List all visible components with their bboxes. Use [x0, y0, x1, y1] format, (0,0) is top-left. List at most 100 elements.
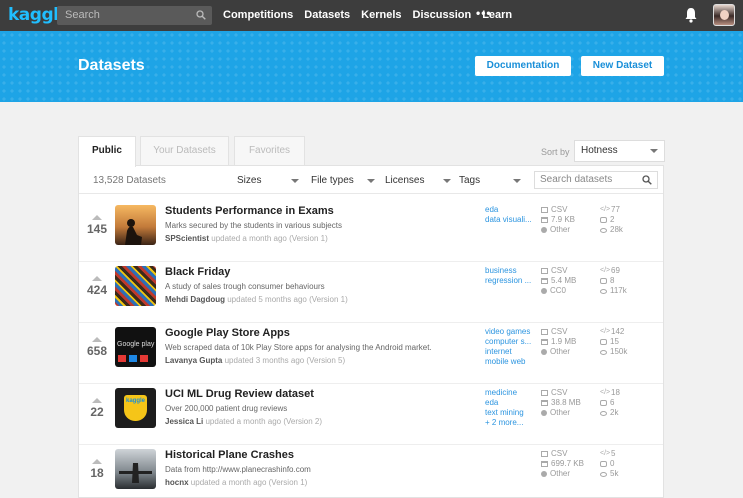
upvote[interactable]: 18	[83, 459, 111, 480]
dataset-file-info: CSV 699.7 KB Other	[541, 449, 584, 479]
datasets-banner: Datasets Documentation New Dataset	[0, 31, 743, 102]
comment-icon	[600, 278, 607, 284]
comment-icon	[600, 461, 607, 467]
dataset-stats: </> 77 2 28k	[600, 205, 623, 235]
tab-your-datasets[interactable]: Your Datasets	[140, 136, 229, 166]
dataset-author[interactable]: Jessica Li	[165, 417, 203, 426]
file-format-icon	[541, 268, 548, 274]
views-eye-icon	[600, 349, 607, 355]
user-avatar[interactable]	[713, 4, 735, 26]
upvote[interactable]: 22	[83, 398, 111, 419]
filter-file-types[interactable]: File types	[311, 175, 375, 186]
dataset-meta: Mehdi Dagdoug updated 5 months ago (Vers…	[165, 295, 348, 304]
file-format: CSV	[551, 388, 568, 397]
file-format: CSV	[551, 266, 568, 275]
upvote-arrow-icon	[92, 398, 102, 403]
dataset-author[interactable]: Mehdi Dagdoug	[165, 295, 225, 304]
nav-competitions[interactable]: Competitions	[223, 9, 293, 21]
dataset-author[interactable]: hocnx	[165, 478, 189, 487]
dataset-title[interactable]: Black Friday	[165, 266, 230, 278]
dataset-row[interactable]: 145 Students Performance in Exams Marks …	[79, 201, 663, 262]
dataset-thumbnail[interactable]	[115, 266, 156, 306]
dataset-title[interactable]: Historical Plane Crashes	[165, 449, 294, 461]
dataset-search-input[interactable]: Search datasets	[534, 171, 658, 189]
dataset-thumbnail[interactable]: Google play	[115, 327, 156, 367]
license: Other	[550, 408, 571, 417]
upvote[interactable]: 658	[83, 337, 111, 358]
tag-link[interactable]: regression ...	[485, 276, 535, 286]
upvote[interactable]: 424	[83, 276, 111, 297]
dataset-row[interactable]: 22 kaggle UCI ML Drug Review dataset Ove…	[79, 384, 663, 445]
dataset-row[interactable]: 18 Historical Plane Crashes Data from ht…	[79, 445, 663, 498]
nav-discussion[interactable]: Discussion	[413, 9, 472, 21]
chevron-down-icon	[367, 179, 375, 183]
dataset-title[interactable]: Google Play Store Apps	[165, 327, 290, 339]
vote-count: 18	[90, 466, 104, 480]
upvote-arrow-icon	[92, 337, 102, 342]
dataset-row[interactable]: 424 Black Friday A study of sales trough…	[79, 262, 663, 323]
dataset-author[interactable]: SPScientist	[165, 234, 209, 243]
tag-link[interactable]: medicine	[485, 388, 535, 398]
kernel-count: 18	[611, 388, 620, 397]
file-size-icon	[541, 278, 548, 284]
dataset-title[interactable]: Students Performance in Exams	[165, 205, 334, 217]
tag-link[interactable]: computer s...	[485, 337, 535, 347]
nav-kernels[interactable]: Kernels	[361, 9, 401, 21]
dataset-subtitle: Web scraped data of 10k Play Store apps …	[165, 343, 432, 352]
dataset-file-info: CSV 7.9 KB Other	[541, 205, 575, 235]
filter-tags[interactable]: Tags	[459, 175, 521, 186]
datasets-panel: 13,528 Datasets Sizes File types License…	[78, 165, 664, 498]
upvote-arrow-icon	[92, 276, 102, 281]
filter-licenses[interactable]: Licenses	[385, 175, 451, 186]
file-format: CSV	[551, 205, 568, 214]
dataset-thumbnail[interactable]	[115, 205, 156, 245]
comment-count: 6	[610, 398, 615, 407]
tab-public[interactable]: Public	[78, 136, 136, 167]
sort-select[interactable]: Hotness	[574, 140, 665, 162]
dataset-row[interactable]: 658 Google play Google Play Store Apps W…	[79, 323, 663, 384]
tag-link[interactable]: data visuali...	[485, 215, 535, 225]
new-dataset-button[interactable]: New Dataset	[581, 56, 664, 76]
filter-bar: 13,528 Datasets Sizes File types License…	[79, 166, 663, 194]
comment-icon	[600, 339, 607, 345]
license: Other	[550, 469, 571, 478]
dataset-stats: </> 18 6 2k	[600, 388, 620, 418]
site-search-input[interactable]: Search	[57, 6, 212, 25]
dataset-author[interactable]: Lavanya Gupta	[165, 356, 222, 365]
notifications-bell-icon[interactable]	[684, 7, 698, 23]
dataset-thumbnail[interactable]	[115, 449, 156, 489]
dataset-title[interactable]: UCI ML Drug Review dataset	[165, 388, 314, 400]
code-icon: </>	[600, 389, 611, 396]
tag-link[interactable]: mobile web	[485, 357, 535, 367]
comment-count: 0	[610, 459, 615, 468]
comment-icon	[600, 217, 607, 223]
view-count: 5k	[610, 469, 619, 478]
tag-link[interactable]: eda	[485, 398, 535, 408]
dataset-updated: updated a month ago (Version 2)	[205, 417, 323, 426]
dataset-tags: eda data visuali...	[485, 205, 535, 225]
views-eye-icon	[600, 410, 607, 416]
filter-file-types-label: File types	[311, 175, 354, 186]
filter-sizes[interactable]: Sizes	[237, 175, 299, 186]
tag-link[interactable]: eda	[485, 205, 535, 215]
more-menu-icon[interactable]: •••	[476, 6, 492, 20]
views-eye-icon	[600, 471, 607, 477]
dataset-thumbnail[interactable]: kaggle	[115, 388, 156, 428]
more-tags-link[interactable]: + 2 more...	[485, 418, 535, 428]
dataset-subtitle: Marks secured by the students in various…	[165, 221, 342, 230]
dataset-subtitle: A study of sales trough consumer behavio…	[165, 282, 325, 291]
tab-favorites[interactable]: Favorites	[234, 136, 305, 166]
tag-link[interactable]: internet	[485, 347, 535, 357]
documentation-button[interactable]: Documentation	[475, 56, 571, 76]
dataset-stats: </> 5 0 5k	[600, 449, 618, 479]
file-format-icon	[541, 207, 548, 213]
upvote[interactable]: 145	[83, 215, 111, 236]
dataset-search-placeholder: Search datasets	[540, 174, 613, 185]
tag-link[interactable]: video games	[485, 327, 535, 337]
vote-count: 22	[90, 405, 104, 419]
page-title: Datasets	[78, 57, 145, 74]
tag-link[interactable]: business	[485, 266, 535, 276]
tag-link[interactable]: text mining	[485, 408, 535, 418]
chevron-down-icon	[443, 179, 451, 183]
nav-datasets[interactable]: Datasets	[304, 9, 350, 21]
